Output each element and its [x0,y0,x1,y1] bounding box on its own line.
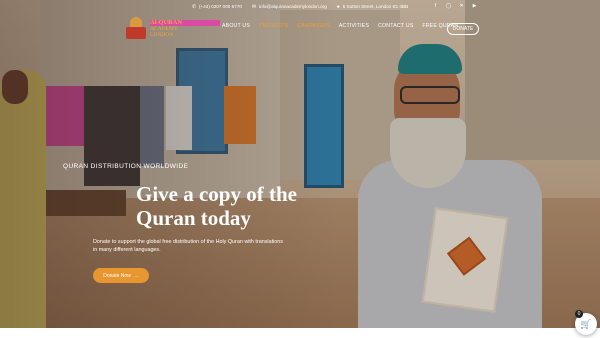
logo-emblem-icon [126,17,146,41]
x-icon[interactable]: ✕ [458,3,465,9]
facebook-icon[interactable]: f [432,3,439,9]
nav-contact-us[interactable]: CONTACT US [378,23,413,29]
email-text: info@alquranacademylondon.org [259,4,327,9]
nav-activities[interactable]: ACTIVITIES [339,23,369,29]
nav-about-us[interactable]: ABOUT US [222,23,250,29]
hero-headline: Give a copy of the Quran today [136,182,297,230]
cart-count-badge: 0 [575,310,583,318]
arrow-right-icon: → [133,272,139,279]
social-links: f ◯ ✕ ▶ [432,3,478,9]
phone-icon: ✆ [191,3,197,10]
main-navigation: Al-QURAN ACADEMY LONDON ABOUT US PROJECT… [0,14,600,46]
phone-text: (+44) 0207 000 6770 [199,4,242,9]
nav-projects[interactable]: PROJECTS [259,23,288,29]
logo-line-3: LONDON [150,32,174,38]
hero-description: Donate to support the global free distri… [93,239,283,253]
map-pin-icon: ● [336,3,340,10]
logo-text: Al-QURAN ACADEMY LONDON [150,19,220,38]
contact-topbar: ✆ (+44) 0207 000 6770 ✉ info@alquranacad… [0,0,600,13]
address-text: 5 Sutton Street, London E1 0BB [342,4,409,9]
topbar-address: ● 5 Sutton Street, London E1 0BB [337,4,408,10]
nav-campaigns[interactable]: CAMPAIGNS [297,23,330,29]
youtube-icon[interactable]: ▶ [471,3,478,9]
nav-menu: ABOUT US PROJECTS CAMPAIGNS ACTIVITIES C… [222,23,458,29]
instagram-icon[interactable]: ◯ [445,3,452,9]
donate-now-label: Donate Now [103,272,131,279]
topbar-email[interactable]: ✉ info@alquranacademylondon.org [252,4,327,10]
topbar-phone[interactable]: ✆ (+44) 0207 000 6770 [192,4,242,10]
basket-icon: 🛒 [580,318,592,329]
donate-button[interactable]: DONATE [447,23,479,35]
donate-now-button[interactable]: Donate Now → [93,268,149,283]
mail-icon: ✉ [251,3,257,10]
hero-tagline: QURAN DISTRIBUTION WORLDWIDE [63,163,189,170]
page-bottom-strip [0,328,600,338]
site-logo[interactable]: Al-QURAN ACADEMY LONDON [126,17,220,41]
